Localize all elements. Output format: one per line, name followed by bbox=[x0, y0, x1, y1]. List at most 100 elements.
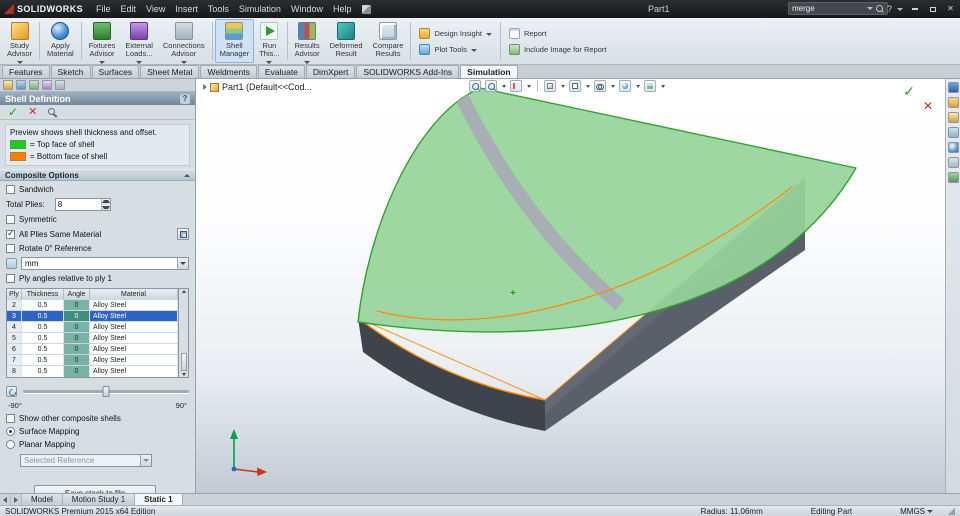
feature-manager-tab-icon[interactable] bbox=[3, 80, 13, 90]
cell-thickness[interactable]: 0.5 bbox=[22, 355, 64, 365]
menu-simulation[interactable]: Simulation bbox=[234, 0, 286, 18]
panel-help-button[interactable]: ? bbox=[180, 93, 190, 104]
cell-material[interactable]: Alloy Steel bbox=[90, 355, 178, 365]
cell-angle[interactable]: 0 bbox=[64, 333, 90, 343]
tab-sketch[interactable]: Sketch bbox=[50, 65, 91, 78]
table-row[interactable]: 8 0.5 0 Alloy Steel bbox=[7, 366, 178, 377]
dropdown-arrow-icon[interactable] bbox=[501, 84, 506, 88]
menu-tools[interactable]: Tools bbox=[203, 0, 234, 18]
dropdown-arrow-icon[interactable] bbox=[660, 84, 665, 88]
planar-mapping-radio[interactable]: Planar Mapping bbox=[6, 440, 189, 449]
cell-thickness[interactable]: 0.5 bbox=[22, 322, 64, 332]
cell-thickness[interactable]: 0.5 bbox=[22, 344, 64, 354]
ply-angles-checkbox[interactable]: Ply angles relative to ply 1 bbox=[6, 274, 189, 283]
tab-simulation[interactable]: Simulation bbox=[460, 65, 518, 78]
section-view-icon[interactable] bbox=[509, 80, 522, 92]
tab-scroll-left-button[interactable] bbox=[0, 494, 11, 505]
scrollbar-thumb[interactable] bbox=[180, 353, 187, 371]
cell-ply[interactable]: 6 bbox=[7, 344, 22, 354]
cell-thickness[interactable]: 0.5 bbox=[22, 300, 64, 310]
tab-motion-study[interactable]: Motion Study 1 bbox=[62, 494, 136, 505]
confirm-ok-icon[interactable]: ✓ bbox=[903, 84, 915, 98]
property-manager-tab-icon[interactable] bbox=[16, 80, 26, 90]
task-pane-view-palette-icon[interactable] bbox=[947, 127, 959, 138]
table-row[interactable]: 4 0.5 0 Alloy Steel bbox=[7, 322, 178, 333]
all-plies-same-material-checkbox[interactable]: All Plies Same Material bbox=[6, 228, 189, 240]
ribbon-button-shell-manager[interactable]: Shell Manager bbox=[214, 19, 255, 63]
menu-window[interactable]: Window bbox=[286, 0, 328, 18]
task-pane-custom-properties-icon[interactable] bbox=[947, 157, 959, 168]
cell-angle[interactable]: 0 bbox=[64, 344, 90, 354]
cell-angle[interactable]: 0 bbox=[64, 366, 90, 377]
dropdown-arrow-icon[interactable] bbox=[526, 84, 531, 88]
model-block-front-face[interactable] bbox=[358, 318, 545, 431]
total-plies-value[interactable]: 8 bbox=[56, 199, 101, 210]
search-box[interactable]: merge bbox=[788, 2, 888, 15]
search-input[interactable]: merge bbox=[792, 4, 864, 13]
sandwich-checkbox[interactable]: Sandwich bbox=[6, 185, 189, 194]
total-plies-stepper[interactable]: 8 bbox=[54, 198, 111, 211]
quick-access-icon[interactable] bbox=[362, 4, 372, 14]
slider-handle[interactable] bbox=[102, 386, 110, 397]
column-header-thickness[interactable]: Thickness bbox=[22, 289, 64, 299]
tab-evaluate[interactable]: Evaluate bbox=[257, 65, 305, 78]
maximize-button[interactable] bbox=[926, 4, 939, 15]
graphics-viewport[interactable]: Part1 (Default<<Cod... ✓ ✕ bbox=[196, 79, 945, 493]
dropdown-arrow-icon[interactable] bbox=[560, 84, 565, 88]
ok-button[interactable]: ✓ bbox=[8, 106, 18, 118]
tab-static-1[interactable]: Static 1 bbox=[135, 494, 183, 505]
composite-options-header[interactable]: Composite Options bbox=[0, 169, 195, 181]
tab-sheet-metal[interactable]: Sheet Metal bbox=[140, 65, 200, 78]
ribbon-button-connections-advisor[interactable]: Connections Advisor bbox=[158, 19, 210, 64]
ribbon-button-plot-tools[interactable]: Plot Tools bbox=[419, 43, 492, 55]
menu-view[interactable]: View bbox=[141, 0, 170, 18]
ribbon-button-apply-material[interactable]: Apply Material bbox=[42, 19, 79, 63]
ribbon-button-include-image[interactable]: Include Image for Report bbox=[508, 43, 607, 55]
cell-material[interactable]: Alloy Steel bbox=[90, 344, 178, 354]
scroll-down-icon[interactable] bbox=[181, 373, 186, 376]
ribbon-button-compare-results[interactable]: Compare Results bbox=[368, 19, 409, 63]
tab-dimxpert[interactable]: DimXpert bbox=[305, 65, 356, 78]
cell-thickness[interactable]: 0.5 bbox=[22, 366, 64, 377]
task-pane-forum-icon[interactable] bbox=[947, 172, 959, 183]
cell-ply[interactable]: 4 bbox=[7, 322, 22, 332]
angle-slider[interactable] bbox=[23, 386, 189, 397]
menu-file[interactable]: File bbox=[91, 0, 116, 18]
hide-show-items-icon[interactable] bbox=[593, 80, 606, 92]
cell-ply[interactable]: 8 bbox=[7, 366, 22, 377]
column-header-ply[interactable]: Ply bbox=[7, 289, 22, 299]
table-row[interactable]: 5 0.5 0 Alloy Steel bbox=[7, 333, 178, 344]
cell-angle[interactable]: 0 bbox=[64, 355, 90, 365]
pin-icon[interactable] bbox=[47, 107, 58, 118]
cell-material[interactable]: Alloy Steel bbox=[90, 322, 178, 332]
dimxpert-manager-tab-icon[interactable] bbox=[42, 80, 52, 90]
menu-help[interactable]: Help bbox=[328, 0, 357, 18]
cell-ply[interactable]: 3 bbox=[7, 311, 22, 321]
minimize-button[interactable] bbox=[908, 4, 921, 15]
cell-thickness[interactable]: 0.5 bbox=[22, 333, 64, 343]
ribbon-button-external-loads[interactable]: External Loads... bbox=[120, 19, 158, 64]
ribbon-button-run-this-study[interactable]: Run This... bbox=[254, 19, 284, 64]
selected-reference-dropdown[interactable]: Selected Reference bbox=[20, 454, 152, 467]
show-other-shells-checkbox[interactable]: Show other composite shells bbox=[6, 414, 189, 423]
cell-angle[interactable]: 0 bbox=[64, 322, 90, 332]
search-dropdown-icon[interactable] bbox=[867, 7, 873, 10]
zoom-area-icon[interactable] bbox=[484, 80, 497, 92]
table-row[interactable]: 2 0.5 0 Alloy Steel bbox=[7, 300, 178, 311]
unit-dropdown[interactable]: mm bbox=[21, 257, 189, 270]
cell-angle[interactable]: 0 bbox=[64, 300, 90, 310]
display-style-icon[interactable] bbox=[568, 80, 581, 92]
task-pane-design-library-icon[interactable] bbox=[947, 97, 959, 108]
apply-scene-icon[interactable] bbox=[643, 80, 656, 92]
dropdown-arrow-icon[interactable] bbox=[585, 84, 590, 88]
cell-thickness[interactable]: 0.5 bbox=[22, 311, 64, 321]
cell-angle[interactable]: 0 bbox=[64, 311, 90, 321]
cell-material[interactable]: Alloy Steel bbox=[90, 311, 178, 321]
scroll-up-icon[interactable] bbox=[181, 290, 186, 293]
cell-ply[interactable]: 7 bbox=[7, 355, 22, 365]
tab-model[interactable]: Model bbox=[22, 494, 63, 505]
ribbon-button-fixtures-advisor[interactable]: Fixtures Advisor bbox=[84, 19, 121, 64]
menu-insert[interactable]: Insert bbox=[170, 0, 203, 18]
menu-edit[interactable]: Edit bbox=[116, 0, 142, 18]
symmetric-checkbox[interactable]: Symmetric bbox=[6, 215, 189, 224]
